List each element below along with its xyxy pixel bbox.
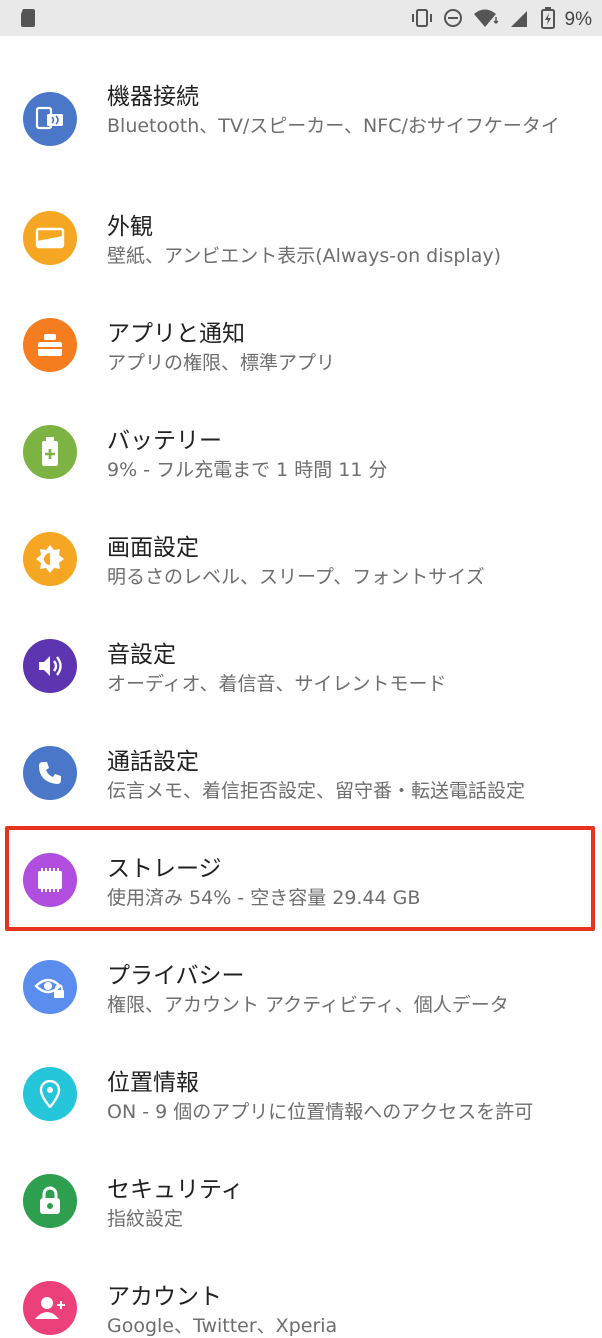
brightness-icon	[23, 532, 77, 586]
item-title: 通話設定	[107, 749, 199, 775]
signal-icon	[509, 8, 531, 32]
item-title: セキュリティ	[107, 1177, 244, 1203]
settings-item-device-connection[interactable]: 機器接続 Bluetooth、TV/スピーカー、NFC/おサイフケータイ	[0, 72, 602, 192]
item-subtitle: Bluetooth、TV/スピーカー、NFC/おサイフケータイ	[107, 115, 560, 137]
wifi-icon	[473, 8, 499, 32]
apps-icon	[23, 318, 77, 372]
do-not-disturb-icon	[443, 8, 463, 32]
appearance-icon	[23, 211, 77, 265]
sd-card-icon	[20, 9, 36, 31]
item-title: プライバシー	[107, 963, 245, 989]
location-icon	[23, 1067, 77, 1121]
item-subtitle: 壁紙、アンビエント表示(Always-on display)	[107, 245, 502, 267]
account-icon	[23, 1281, 77, 1335]
settings-item-location[interactable]: 位置情報 ON - 9 個のアプリに位置情報へのアクセスを許可	[0, 1048, 602, 1155]
settings-item-display[interactable]: 画面設定 明るさのレベル、スリープ、フォントサイズ	[0, 513, 602, 620]
item-subtitle: ON - 9 個のアプリに位置情報へのアクセスを許可	[107, 1101, 534, 1123]
item-title: アカウント	[107, 1284, 222, 1310]
item-subtitle: 権限、アカウント アクティビティ、個人データ	[107, 994, 509, 1016]
settings-item-battery[interactable]: バッテリー 9% - フル充電まで 1 時間 11 分	[0, 406, 602, 513]
settings-item-account[interactable]: アカウント Google、Twitter、Xperia	[0, 1262, 602, 1337]
status-bar: 9%	[0, 0, 602, 36]
privacy-eye-icon	[23, 960, 77, 1014]
item-subtitle: Google、Twitter、Xperia	[107, 1315, 338, 1337]
item-subtitle: 9% - フル充電まで 1 時間 11 分	[107, 459, 388, 481]
item-title: アプリと通知	[107, 321, 245, 347]
item-title: 機器接続	[107, 84, 199, 110]
battery-icon	[23, 425, 77, 479]
battery-percent-text: 9%	[564, 9, 592, 30]
lock-icon	[23, 1174, 77, 1228]
battery-charging-icon	[540, 7, 555, 33]
item-title: 位置情報	[107, 1070, 199, 1096]
settings-item-sound[interactable]: 音設定 オーディオ、着信音、サイレントモード	[0, 620, 602, 727]
item-title: バッテリー	[107, 428, 222, 454]
volume-icon	[23, 639, 77, 693]
item-subtitle: 指紋設定	[107, 1208, 184, 1230]
phone-icon	[23, 746, 77, 800]
item-title: 音設定	[107, 642, 176, 668]
item-subtitle: アプリの権限、標準アプリ	[107, 352, 336, 374]
device-connection-icon	[23, 92, 77, 146]
settings-item-call[interactable]: 通話設定 伝言メモ、着信拒否設定、留守番・転送電話設定	[0, 727, 602, 834]
item-title: 画面設定	[107, 535, 199, 561]
settings-item-apps-notifications[interactable]: アプリと通知 アプリの権限、標準アプリ	[0, 299, 602, 406]
settings-item-appearance[interactable]: 外観 壁紙、アンビエント表示(Always-on display)	[0, 192, 602, 299]
item-title: 外観	[107, 214, 153, 240]
storage-highlight-box	[5, 826, 595, 931]
vibrate-icon	[411, 8, 433, 32]
item-subtitle: 明るさのレベル、スリープ、フォントサイズ	[107, 566, 485, 588]
item-subtitle: オーディオ、着信音、サイレントモード	[107, 673, 447, 695]
settings-item-privacy[interactable]: プライバシー 権限、アカウント アクティビティ、個人データ	[0, 941, 602, 1048]
item-subtitle: 伝言メモ、着信拒否設定、留守番・転送電話設定	[107, 780, 526, 802]
settings-item-security[interactable]: セキュリティ 指紋設定	[0, 1155, 602, 1262]
